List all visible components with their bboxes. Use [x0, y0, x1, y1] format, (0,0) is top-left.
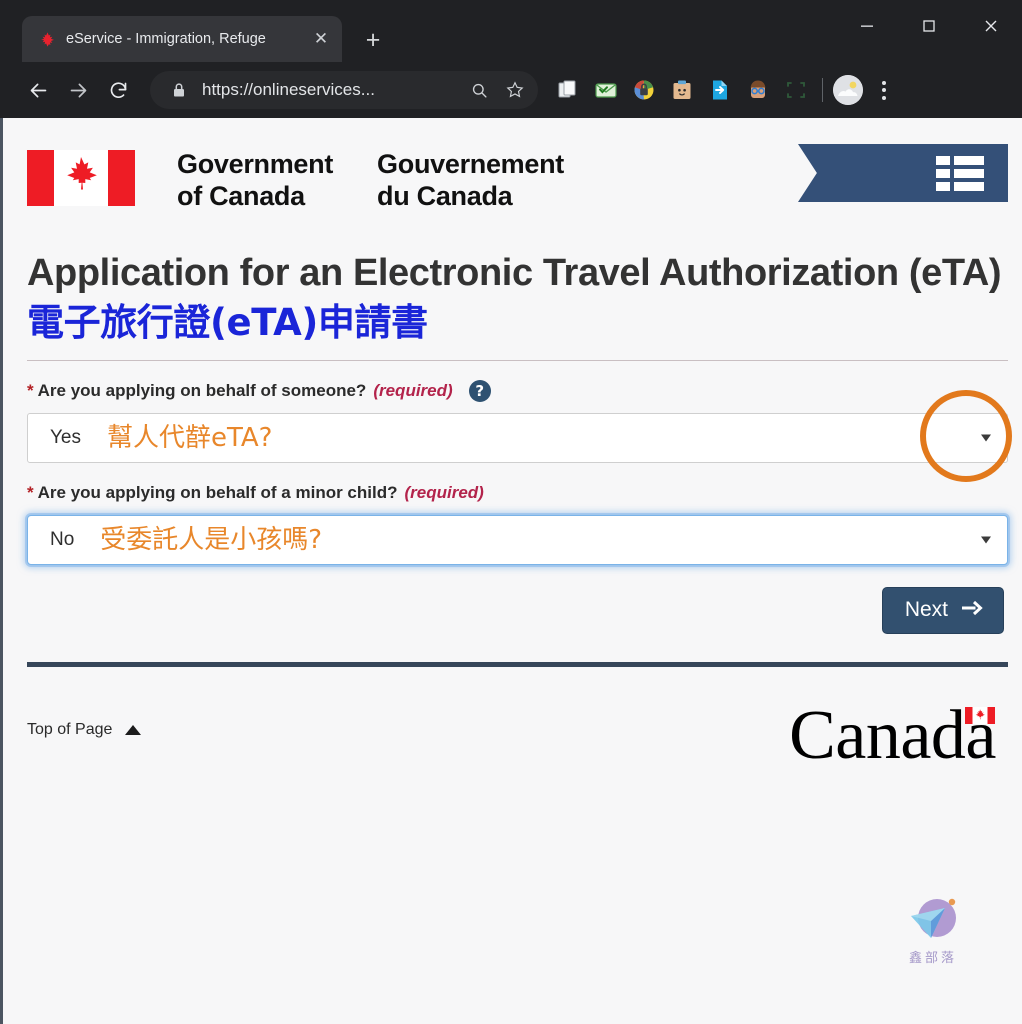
browser-chrome: eService - Immigration, Refuge ✕ + https…	[0, 0, 1022, 118]
site-watermark: 鑫部落	[887, 894, 979, 966]
page-title-en: Application for an Electronic Travel Aut…	[27, 252, 1002, 294]
browser-tab[interactable]: eService - Immigration, Refuge ✕	[22, 16, 342, 62]
question-2-label: * Are you applying on behalf of a minor …	[27, 481, 1008, 505]
behalf-of-someone-select[interactable]: Yes 幫人代辪eTA?	[27, 413, 1008, 463]
wordmark-en-line1: Government	[177, 149, 334, 179]
wordmark-fr-line1: Gouvernement	[377, 149, 564, 179]
clipboard-bot-extension-icon[interactable]	[666, 74, 698, 106]
window-controls	[836, 5, 1022, 47]
chrome-menu-button[interactable]	[869, 73, 899, 107]
toolbar-divider	[822, 78, 823, 102]
page-title: Application for an Electronic Travel Aut…	[27, 230, 1008, 348]
wordmark-english: Government of Canada	[177, 148, 333, 212]
reload-button[interactable]	[98, 70, 138, 110]
goc-site-header: Government of Canada Gouvernement du Can…	[3, 118, 1022, 230]
watermark-logo-icon	[905, 894, 961, 946]
question-1-select-wrap: Yes 幫人代辪eTA?	[27, 390, 1012, 482]
lock-icon	[166, 77, 192, 103]
question-2-select-wrap: No 受委託人是小孩嗎?	[27, 515, 1008, 565]
bookmark-star-icon[interactable]	[502, 77, 528, 103]
next-button-label: Next	[904, 598, 948, 621]
tab-title: eService - Immigration, Refuge	[66, 31, 266, 47]
menu-ribbon-button[interactable]	[798, 144, 1008, 202]
behalf-of-minor-value: No	[50, 529, 75, 550]
address-bar[interactable]: https://onlineservices...	[150, 71, 538, 109]
behalf-of-minor-select[interactable]: No 受委託人是小孩嗎?	[27, 515, 1008, 565]
question-2-text: Are you applying on behalf of a minor ch…	[37, 483, 398, 502]
arrow-right-icon	[961, 600, 983, 620]
wordmark-fr-line2: du Canada	[377, 181, 513, 211]
mail-checker-extension-icon[interactable]	[590, 74, 622, 106]
search-icon[interactable]	[466, 77, 492, 103]
extension-icons	[552, 74, 812, 106]
question-1-required-tag: (required)	[373, 381, 453, 400]
help-icon[interactable]: ?	[468, 380, 491, 402]
canada-wordmark: Canada	[789, 699, 996, 773]
export-file-extension-icon[interactable]	[704, 74, 736, 106]
minimize-button[interactable]	[836, 5, 898, 47]
close-window-button[interactable]	[960, 5, 1022, 47]
form-actions: Next	[27, 587, 1008, 634]
copy-documents-extension-icon[interactable]	[552, 74, 584, 106]
page-title-zh-annotation: 電子旅行證(eTA)申請書	[27, 301, 428, 344]
top-of-page-label: Top of Page	[27, 721, 113, 738]
back-button[interactable]	[18, 70, 58, 110]
chevron-up-icon	[125, 725, 142, 735]
wordmark-en-line2: of Canada	[177, 181, 305, 211]
tab-close-icon[interactable]: ✕	[310, 28, 332, 50]
question-1-text: Are you applying on behalf of someone?	[37, 381, 367, 400]
browser-toolbar: https://onlineservices...	[0, 62, 1022, 118]
question-1-label: * Are you applying on behalf of someone?…	[27, 379, 1008, 403]
password-manager-extension-icon[interactable]	[628, 74, 660, 106]
main-content: Application for an Electronic Travel Aut…	[3, 230, 1022, 667]
required-asterisk: *	[27, 483, 34, 502]
wordmark-french: Gouvernement du Canada	[333, 148, 564, 212]
maple-leaf-favicon	[38, 30, 56, 48]
goc-wordmark: Government of Canada Gouvernement du Can…	[177, 148, 564, 212]
required-asterisk: *	[27, 381, 34, 400]
question-2-required-tag: (required)	[404, 483, 484, 502]
page-viewport: Government of Canada Gouvernement du Can…	[0, 118, 1022, 1024]
tab-strip: eService - Immigration, Refuge ✕ +	[0, 0, 1022, 62]
behalf-of-someone-zh-annotation: 幫人代辪eTA?	[107, 423, 273, 453]
screenshot-capture-extension-icon[interactable]	[780, 74, 812, 106]
url-text: https://onlineservices...	[202, 80, 375, 99]
browser-window: eService - Immigration, Refuge ✕ + https…	[0, 0, 1022, 1024]
title-divider	[27, 360, 1008, 361]
new-tab-button[interactable]: +	[356, 23, 390, 57]
forward-button[interactable]	[58, 70, 98, 110]
canada-wordmark-flag-icon	[965, 707, 995, 724]
reader-avatar-extension-icon[interactable]	[742, 74, 774, 106]
page-footer: Top of Page Canada	[3, 667, 1022, 787]
next-button[interactable]: Next	[881, 587, 1004, 634]
profile-avatar[interactable]	[833, 75, 863, 105]
canada-flag-icon	[27, 150, 135, 206]
grid-menu-icon	[936, 155, 984, 191]
top-of-page-link[interactable]: Top of Page	[27, 721, 142, 739]
chevron-down-icon	[981, 434, 991, 442]
chevron-down-icon	[981, 536, 991, 544]
behalf-of-someone-value: Yes	[50, 427, 81, 448]
behalf-of-minor-zh-annotation: 受委託人是小孩嗎?	[100, 525, 323, 555]
watermark-text: 鑫部落	[908, 951, 957, 966]
maximize-button[interactable]	[898, 5, 960, 47]
